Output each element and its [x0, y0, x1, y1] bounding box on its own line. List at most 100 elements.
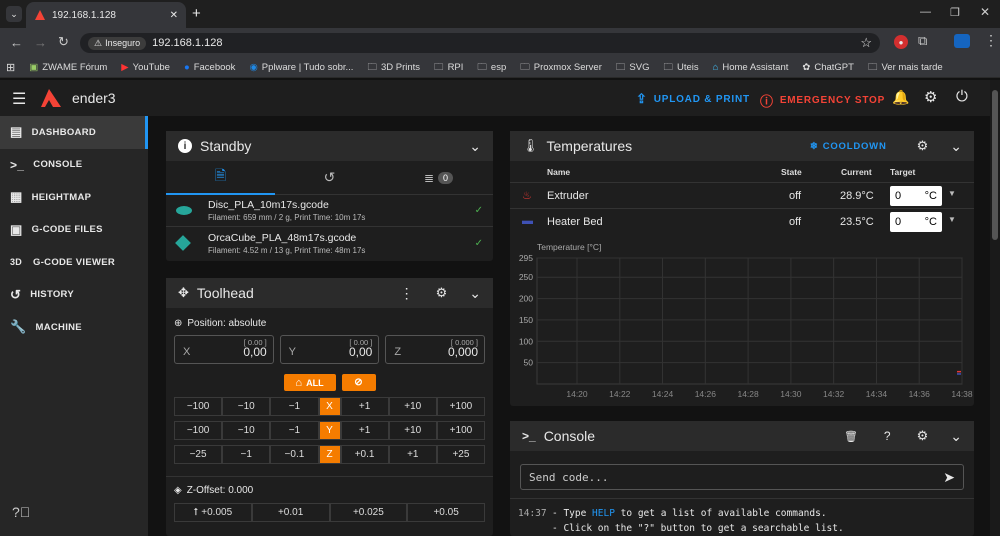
bookmark-zwame[interactable]: ▣ ZWAME Fórum: [29, 62, 107, 73]
bookmark-home-assistant[interactable]: ⌂ Home Assistant: [713, 62, 789, 73]
nav-heightmap[interactable]: ▦ HEIGHTMAP: [0, 181, 148, 214]
minimize-icon[interactable]: —: [920, 6, 931, 18]
bookmark-pplware[interactable]: ◉ Pplware | Tudo sobr...: [249, 62, 353, 73]
extension-icon[interactable]: ●: [894, 35, 908, 49]
jog-x-plus-1[interactable]: +1: [340, 397, 389, 416]
delete-icon[interactable]: 🗑: [844, 430, 858, 443]
reload-icon[interactable]: ↻: [58, 34, 69, 50]
jog-y-plus-10[interactable]: +10: [388, 421, 437, 440]
jog-z-minus-0-1[interactable]: −0.1: [270, 445, 319, 464]
zoffset-step-0-025[interactable]: +0.025: [329, 503, 408, 522]
bookmark-esp[interactable]: 🗀 esp: [477, 60, 506, 76]
bookmark-uteis[interactable]: 🗀 Uteis: [663, 60, 698, 76]
tab-search-icon[interactable]: ⌄: [6, 6, 22, 22]
profile-icon[interactable]: [954, 34, 970, 48]
home-all-button[interactable]: ⌂ ALL: [283, 374, 336, 391]
collapse-chevron-icon[interactable]: ⌄: [950, 138, 962, 155]
apps-grid-icon[interactable]: ⊞: [6, 61, 15, 74]
help-command-link[interactable]: HELP: [592, 506, 615, 521]
jog-x-minus-10[interactable]: −10: [222, 397, 271, 416]
more-vertical-icon[interactable]: ⋮: [400, 285, 414, 302]
home-x-button[interactable]: X: [318, 397, 341, 416]
collapse-chevron-icon[interactable]: ⌄: [469, 138, 481, 155]
nav-machine[interactable]: 🔧 MACHINE: [0, 311, 148, 344]
settings-gear-icon[interactable]: ⚙: [917, 428, 929, 444]
emergency-stop-button[interactable]: ⓘ EMERGENCY STOP: [760, 91, 885, 110]
back-icon[interactable]: ←: [10, 35, 23, 50]
upload-print-button[interactable]: ⇪ UPLOAD & PRINT: [636, 91, 750, 107]
jog-z-minus-1[interactable]: −1: [222, 445, 271, 464]
zoffset-step-0-05[interactable]: +0.05: [407, 503, 485, 522]
jog-z-plus-25[interactable]: +25: [436, 445, 486, 464]
cooldown-button[interactable]: ❄ COOLDOWN: [810, 141, 887, 152]
jog-z-plus-0-1[interactable]: +0.1: [340, 445, 389, 464]
bookmark-youtube[interactable]: ▶ YouTube: [121, 62, 170, 73]
jog-x-minus-100[interactable]: −100: [174, 397, 223, 416]
file-row[interactable]: Disc_PLA_10m17s.gcode Filament: 659 mm /…: [166, 195, 493, 227]
scrollbar-thumb[interactable]: [992, 90, 998, 240]
bookmark-star-icon[interactable]: ☆: [860, 35, 872, 51]
collapse-chevron-icon[interactable]: ⌄: [469, 285, 481, 302]
jog-x-plus-10[interactable]: +10: [388, 397, 437, 416]
dropdown-caret-icon[interactable]: ▼: [948, 189, 956, 198]
nav-history[interactable]: ↺ HISTORY: [0, 279, 148, 312]
bookmark-ver-mais-tarde[interactable]: 🗀 Ver mais tarde: [868, 60, 943, 76]
nav-dashboard[interactable]: ▤ DASHBOARD: [0, 116, 148, 149]
jog-z-minus-25[interactable]: −25: [174, 445, 223, 464]
collapse-chevron-icon[interactable]: ⌄: [950, 428, 962, 445]
bookmark-rpi[interactable]: 🗀 RPI: [434, 60, 463, 76]
jog-y-minus-10[interactable]: −10: [222, 421, 271, 440]
bookmark-3dprints[interactable]: 🗀 3D Prints: [367, 60, 420, 76]
power-icon[interactable]: ⏻: [956, 88, 968, 105]
z-position-field[interactable]: [ 0.000 ] Z 0,000: [385, 335, 486, 364]
nav-gcode-viewer[interactable]: 3D G-CODE VIEWER: [0, 246, 148, 279]
y-position-field[interactable]: [ 0.00 ] Y 0,00: [279, 335, 380, 364]
tab-history[interactable]: ↺: [275, 161, 384, 195]
x-position-field[interactable]: [ 0.00 ] X 0,00: [174, 335, 274, 364]
security-label[interactable]: Inseguro: [105, 38, 140, 48]
bookmark-chatgpt[interactable]: ✿ ChatGPT: [802, 62, 854, 73]
maximize-icon[interactable]: ❐: [950, 6, 960, 19]
bed-target-input[interactable]: 0 °C: [890, 212, 942, 232]
home-z-button[interactable]: Z: [318, 445, 341, 464]
url-text[interactable]: 192.168.1.128: [152, 37, 854, 49]
settings-gear-icon[interactable]: ⚙: [436, 285, 448, 301]
jog-x-plus-100[interactable]: +100: [436, 397, 486, 416]
bookmark-facebook[interactable]: ● Facebook: [184, 62, 235, 73]
jog-y-plus-1[interactable]: +1: [340, 421, 389, 440]
nav-console[interactable]: >_ CONSOLE: [0, 149, 148, 182]
forward-icon[interactable]: →: [34, 35, 47, 50]
bookmark-proxmox[interactable]: 🗀 Proxmox Server: [520, 60, 602, 76]
extruder-target-input[interactable]: 0 °C: [890, 186, 942, 206]
new-tab-icon[interactable]: +: [192, 5, 201, 22]
settings-gear-icon[interactable]: ⚙: [924, 88, 937, 106]
jog-y-minus-1[interactable]: −1: [270, 421, 319, 440]
send-icon[interactable]: ➤: [943, 469, 955, 486]
zoffset-step-0-005[interactable]: ⭡ +0.005: [174, 503, 252, 522]
page-scrollbar[interactable]: [990, 80, 1000, 536]
home-y-button[interactable]: Y: [318, 421, 341, 440]
bookmark-svg[interactable]: 🗀 SVG: [616, 60, 650, 76]
close-window-icon[interactable]: ✕: [980, 5, 990, 19]
help-icon[interactable]: ?: [884, 429, 891, 443]
close-tab-icon[interactable]: ✕: [170, 10, 178, 21]
browser-menu-icon[interactable]: ⋮: [984, 32, 998, 49]
jog-y-plus-100[interactable]: +100: [436, 421, 486, 440]
file-row[interactable]: OrcaCube_PLA_48m17s.gcode Filament: 4.52…: [166, 227, 493, 259]
settings-gear-icon[interactable]: ⚙: [917, 138, 929, 154]
tab-files[interactable]: 🗎: [166, 161, 275, 195]
jog-y-minus-100[interactable]: −100: [174, 421, 223, 440]
menu-icon[interactable]: ☰: [12, 89, 26, 109]
jog-x-minus-1[interactable]: −1: [270, 397, 319, 416]
notifications-bell-icon[interactable]: 🔔: [892, 89, 909, 106]
motors-off-button[interactable]: ⊘: [341, 374, 376, 391]
help-circle-icon[interactable]: ?⃝: [12, 504, 30, 520]
extensions-puzzle-icon[interactable]: ⧉: [918, 33, 927, 49]
browser-tab[interactable]: 192.168.1.128 ✕: [26, 2, 186, 28]
tab-queue[interactable]: ≣ 0: [384, 161, 493, 195]
zoffset-step-0-01[interactable]: +0.01: [251, 503, 330, 522]
nav-gcode-files[interactable]: ▣ G-CODE FILES: [0, 214, 148, 247]
address-bar[interactable]: ⚠ Inseguro 192.168.1.128 ☆: [80, 33, 880, 53]
console-input[interactable]: Send code... ➤: [520, 464, 964, 490]
dropdown-caret-icon[interactable]: ▼: [948, 215, 956, 224]
